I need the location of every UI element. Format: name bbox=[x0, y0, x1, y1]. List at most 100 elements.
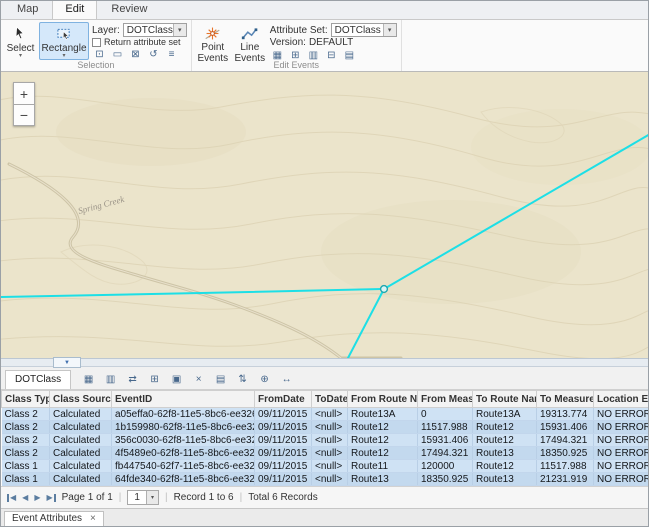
zoom-out-button[interactable]: − bbox=[13, 104, 35, 126]
zoom-to-record-icon[interactable]: ⊕ bbox=[257, 372, 272, 387]
select-cursor-icon bbox=[13, 25, 28, 43]
table-cell: 18350.925 bbox=[418, 473, 473, 486]
column-header[interactable]: Class Source bbox=[50, 391, 112, 408]
table-cell: <null> bbox=[312, 473, 348, 486]
table-row[interactable]: Class 2Calculated4f5489e0-62f8-11e5-8bc6… bbox=[2, 447, 649, 460]
table-cell: Calculated bbox=[50, 408, 112, 421]
table-cell: Class 1 bbox=[2, 460, 50, 473]
ribbon-tab-bar: Map Edit Review bbox=[1, 1, 648, 20]
tab-edit[interactable]: Edit bbox=[52, 0, 97, 20]
collapse-panel-button[interactable]: ▼ bbox=[53, 357, 81, 368]
table-cell: <null> bbox=[312, 421, 348, 434]
table-cell: NO ERROR bbox=[594, 421, 649, 434]
column-header[interactable]: From Route Name bbox=[348, 391, 418, 408]
attribute-toolbar-icons: ▦ ▥ ⇄ ⊞ ▣ × ▤ ⇅ ⊕ ↔ bbox=[81, 372, 294, 389]
next-page-button[interactable]: ▶ bbox=[34, 494, 40, 502]
table-cell: <null> bbox=[312, 434, 348, 447]
sort-records-icon[interactable]: ⇅ bbox=[235, 372, 250, 387]
rectangle-select-icon bbox=[56, 25, 72, 43]
table-cell: Route13A bbox=[473, 408, 537, 421]
table-cell: 09/11/2015 bbox=[255, 473, 312, 486]
table-row[interactable]: Class 2Calculateda05effa0-62f8-11e5-8bc6… bbox=[2, 408, 649, 421]
event-attributes-panel: DOTClass ▦ ▥ ⇄ ⊞ ▣ × ▤ ⇅ ⊕ ↔ Class TypeClass Sour… bbox=[1, 367, 648, 508]
switch-selection-icon[interactable]: ⇄ bbox=[125, 372, 140, 387]
table-cell: 21231.919 bbox=[537, 473, 594, 486]
route-junction-vertex[interactable] bbox=[381, 286, 388, 293]
save-edits-icon[interactable]: ▣ bbox=[169, 372, 184, 387]
column-header[interactable]: From Measure bbox=[418, 391, 473, 408]
tab-map[interactable]: Map bbox=[4, 0, 51, 19]
table-cell: 09/11/2015 bbox=[255, 421, 312, 434]
pagination-bar: ◀ ◀ ▶ ▶ Page 1 of 1 | 1 ▾ | Record 1 to … bbox=[1, 486, 648, 508]
table-row[interactable]: Class 1Calculatedfb447540-62f7-11e5-8bc6… bbox=[2, 460, 649, 473]
fit-columns-icon[interactable]: ↔ bbox=[279, 372, 294, 387]
zoom-in-button[interactable]: + bbox=[13, 82, 35, 104]
table-cell: Route13 bbox=[473, 447, 537, 460]
show-all-records-icon[interactable]: ▦ bbox=[81, 372, 96, 387]
column-header[interactable]: EventID bbox=[112, 391, 255, 408]
last-page-button[interactable]: ▶ bbox=[46, 494, 55, 502]
table-cell: Calculated bbox=[50, 460, 112, 473]
table-cell: Route12 bbox=[348, 421, 418, 434]
chevron-down-icon[interactable]: ▾ bbox=[173, 24, 186, 36]
chevron-down-icon[interactable]: ▾ bbox=[383, 24, 396, 36]
attribute-table-body: Class 2Calculateda05effa0-62f8-11e5-8bc6… bbox=[2, 408, 649, 486]
table-cell: 64fde340-62f8-11e5-8bc6-ee32641d5ec9 bbox=[112, 473, 255, 486]
table-cell: NO ERROR bbox=[594, 434, 649, 447]
pager-separator: | bbox=[165, 492, 168, 503]
table-cell: <null> bbox=[312, 447, 348, 460]
add-record-icon[interactable]: ⊞ bbox=[147, 372, 162, 387]
attribute-set-combobox-value: DOTClass bbox=[332, 24, 383, 36]
page-number-value[interactable]: 1 bbox=[128, 491, 146, 504]
column-header[interactable]: To Measure bbox=[537, 391, 594, 408]
line-events-button[interactable]: Line Events bbox=[233, 22, 267, 60]
layer-combobox-value: DOTClass bbox=[124, 24, 173, 36]
return-attribute-set-checkbox[interactable] bbox=[92, 38, 101, 47]
layer-combobox[interactable]: DOTClass ▾ bbox=[123, 23, 187, 37]
table-row[interactable]: Class 1Calculated64fde340-62f8-11e5-8bc6… bbox=[2, 473, 649, 486]
table-cell: Calculated bbox=[50, 434, 112, 447]
table-cell: Calculated bbox=[50, 447, 112, 460]
delete-record-icon[interactable]: × bbox=[191, 372, 206, 387]
previous-page-button[interactable]: ◀ bbox=[22, 494, 28, 502]
table-cell: 09/11/2015 bbox=[255, 408, 312, 421]
table-cell: Class 2 bbox=[2, 408, 50, 421]
layer-tab-dotclass[interactable]: DOTClass bbox=[5, 370, 71, 389]
show-selected-records-icon[interactable]: ▥ bbox=[103, 372, 118, 387]
table-cell: 15931.406 bbox=[418, 434, 473, 447]
edit-events-group: Point Events Line Events Attribute Set: … bbox=[192, 20, 402, 71]
record-range-text: Record 1 to 6 bbox=[174, 492, 234, 503]
attribute-set-combobox[interactable]: DOTClass ▾ bbox=[331, 23, 397, 37]
select-tool-button[interactable]: Select ▾ bbox=[5, 22, 36, 60]
close-icon[interactable]: × bbox=[90, 514, 96, 524]
edit-events-options-column: Attribute Set: DOTClass ▾ Version: DEFAU… bbox=[270, 22, 397, 60]
column-header[interactable]: Class Type bbox=[2, 391, 50, 408]
table-row[interactable]: Class 2Calculated1b159980-62f8-11e5-8bc6… bbox=[2, 421, 649, 434]
column-header[interactable]: ToDate bbox=[312, 391, 348, 408]
map-view[interactable]: Spring Creek + − bbox=[1, 72, 648, 358]
chevron-down-icon: ▾ bbox=[62, 54, 65, 59]
table-cell: Route13A bbox=[348, 408, 418, 421]
table-row[interactable]: Class 2Calculated356c0030-62f8-11e5-8bc6… bbox=[2, 434, 649, 447]
copy-record-icon[interactable]: ▤ bbox=[213, 372, 228, 387]
first-page-button[interactable]: ◀ bbox=[7, 494, 16, 502]
panel-divider[interactable]: ▼ bbox=[1, 358, 648, 367]
pager-separator: | bbox=[119, 492, 122, 503]
table-cell: <null> bbox=[312, 460, 348, 473]
table-cell: Route13 bbox=[348, 473, 418, 486]
table-cell: NO ERROR bbox=[594, 447, 649, 460]
rectangle-tool-button[interactable]: Rectangle ▾ bbox=[39, 22, 89, 60]
selection-options-column: Layer: DOTClass ▾ Return attribute set ⊡… bbox=[92, 22, 187, 60]
column-header[interactable]: Location Error bbox=[594, 391, 649, 408]
tab-review[interactable]: Review bbox=[98, 0, 160, 19]
table-cell: NO ERROR bbox=[594, 460, 649, 473]
table-cell: 09/11/2015 bbox=[255, 460, 312, 473]
page-number-spinner[interactable]: 1 ▾ bbox=[127, 490, 159, 505]
tab-event-attributes[interactable]: Event Attributes × bbox=[4, 511, 104, 527]
point-events-button[interactable]: Point Events bbox=[196, 22, 230, 60]
column-header[interactable]: To Route Name bbox=[473, 391, 537, 408]
table-cell: 120000 bbox=[418, 460, 473, 473]
table-cell: Calculated bbox=[50, 473, 112, 486]
column-header[interactable]: FromDate bbox=[255, 391, 312, 408]
chevron-down-icon[interactable]: ▾ bbox=[146, 491, 158, 504]
